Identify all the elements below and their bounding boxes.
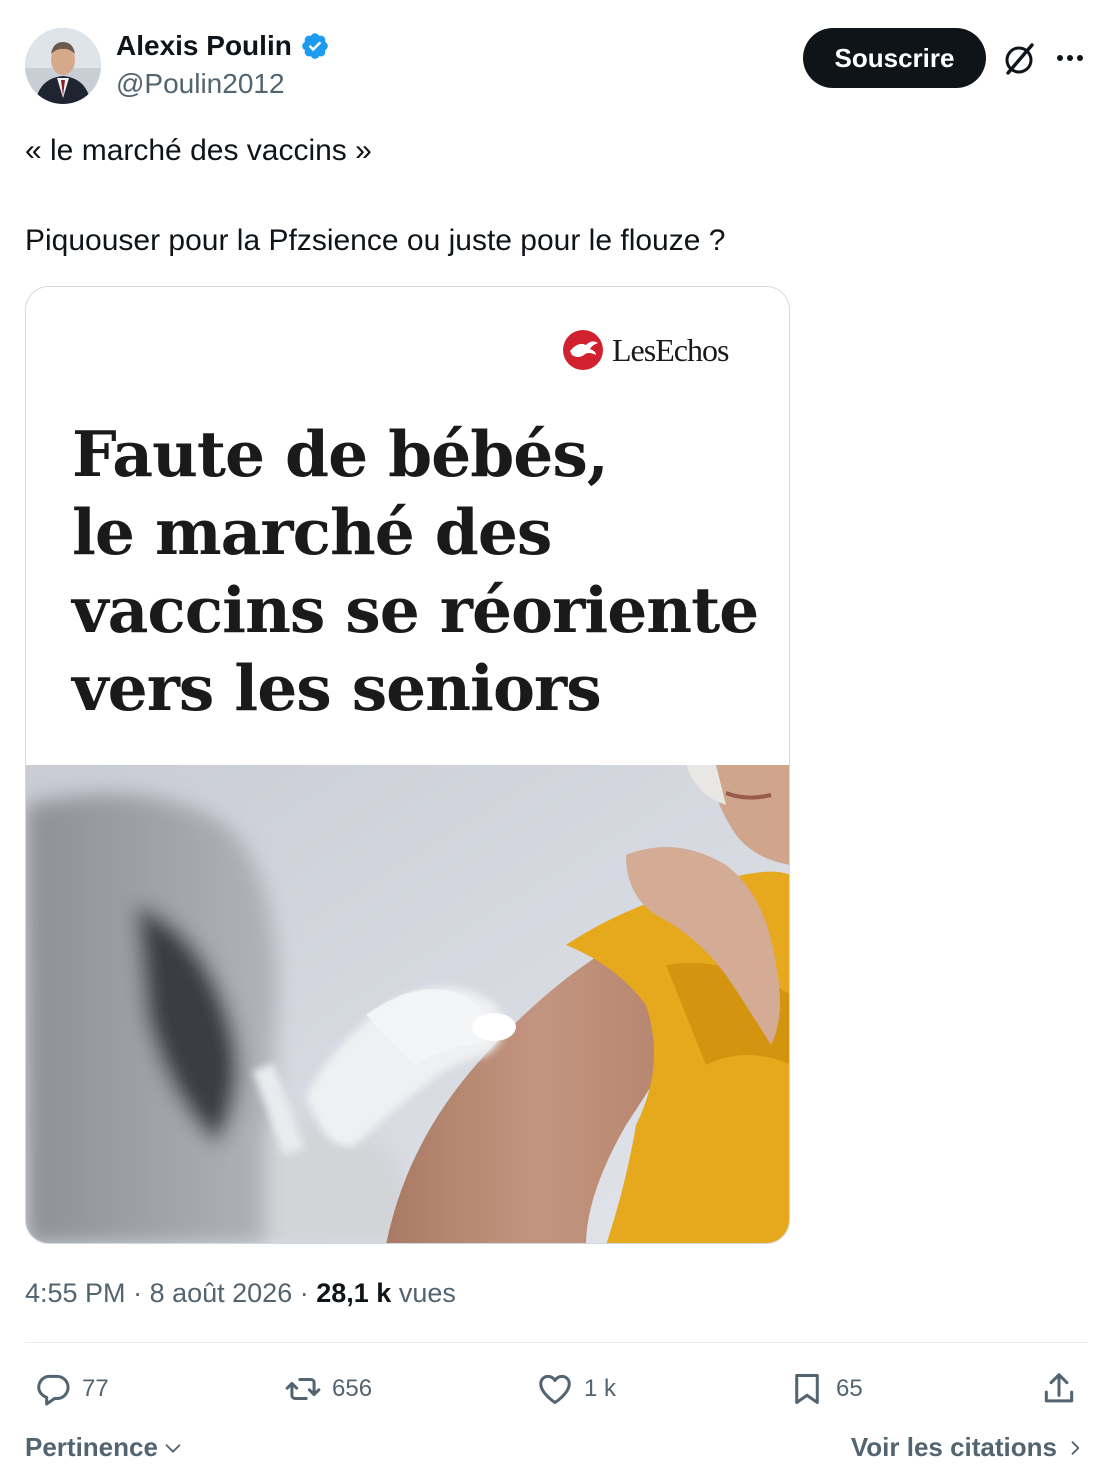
reply-button[interactable]: 77: [34, 1368, 109, 1410]
author-name[interactable]: Alexis Poulin: [116, 30, 292, 62]
subscribe-button[interactable]: Souscrire: [803, 28, 986, 88]
divider: [25, 1342, 1088, 1343]
reply-count: 77: [82, 1375, 109, 1402]
repost-icon: [285, 1377, 321, 1401]
sort-label: Pertinence: [25, 1432, 158, 1462]
like-button[interactable]: 1 k: [536, 1368, 616, 1410]
author-name-row: Alexis Poulin: [116, 30, 330, 62]
headline-line: vers les seniors: [72, 651, 602, 725]
post-media-image[interactable]: LesEchos Faute de bébés, le marché des v…: [25, 286, 790, 1244]
author-handle[interactable]: @Poulin2012: [116, 68, 285, 100]
avatar[interactable]: [25, 28, 101, 104]
post-page: Alexis Poulin @Poulin2012 Souscrire « le…: [0, 0, 1113, 1481]
reply-icon: [37, 1374, 70, 1406]
article-headline-panel: LesEchos Faute de bébés, le marché des v…: [26, 287, 789, 765]
post-meta: 4:55 PM · 8 août 2026 · 28,1 k vues: [25, 1278, 456, 1308]
share-button[interactable]: [1040, 1368, 1078, 1410]
avatar-portrait-icon: [25, 28, 101, 104]
sort-selector[interactable]: Pertinence: [25, 1432, 184, 1463]
headline-line: vaccins se réoriente: [72, 573, 759, 647]
post-date[interactable]: 8 août 2026: [150, 1278, 293, 1308]
more-options-icon[interactable]: [1052, 42, 1088, 74]
post-time[interactable]: 4:55 PM: [25, 1278, 126, 1308]
post-text-line-1: « le marché des vaccins »: [25, 134, 372, 167]
views-label: vues: [398, 1278, 456, 1308]
heart-icon: [539, 1374, 571, 1404]
repost-count: 656: [332, 1375, 373, 1402]
like-count: 1 k: [584, 1375, 617, 1402]
grok-icon[interactable]: [1000, 40, 1038, 78]
publisher-name: LesEchos: [612, 331, 729, 368]
repost-button[interactable]: 656: [284, 1368, 372, 1410]
view-quotes-link[interactable]: Voir les citations: [851, 1432, 1085, 1463]
vaccination-photo: [26, 765, 789, 1243]
verified-badge-icon: [302, 33, 328, 59]
article-headline: Faute de bébés, le marché des vaccins se…: [72, 415, 762, 727]
bookmark-button[interactable]: 65: [788, 1368, 863, 1410]
les-echos-logo: LesEchos: [562, 329, 729, 371]
view-quotes-label: Voir les citations: [850, 1432, 1057, 1462]
bookmark-icon: [795, 1374, 819, 1404]
bookmark-count: 65: [836, 1375, 863, 1402]
headline-line: le marché des: [72, 495, 552, 569]
views-count: 28,1 k: [316, 1278, 392, 1308]
post-text-line-2: Piquouser pour la Pfzsience ou juste pou…: [25, 224, 726, 257]
headline-line: Faute de bébés,: [72, 417, 609, 491]
chevron-right-icon: [1071, 1440, 1080, 1455]
les-echos-emblem-icon: [563, 330, 603, 370]
chevron-down-icon: [165, 1443, 181, 1453]
share-icon: [1044, 1373, 1074, 1403]
